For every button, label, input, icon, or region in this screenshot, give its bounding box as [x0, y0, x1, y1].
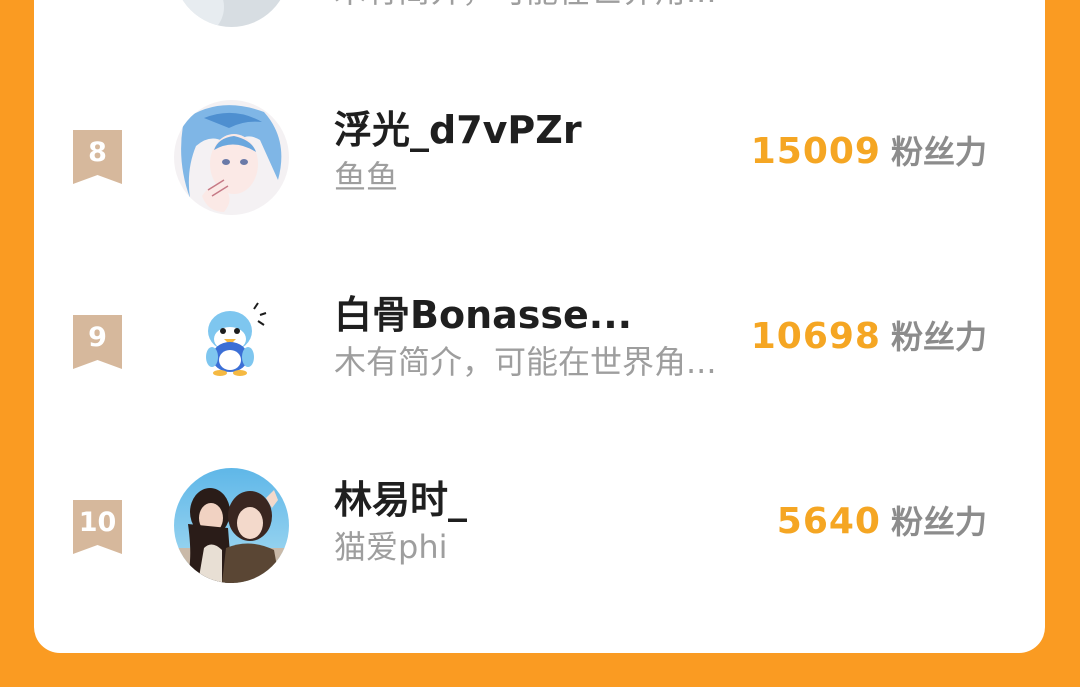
- anime-girl-avatar-icon[interactable]: [174, 100, 289, 215]
- score-unit-label: 粉丝力: [890, 503, 987, 541]
- fan-power-score: 10698 粉丝力: [751, 317, 987, 363]
- user-bio: 鱼鱼: [334, 158, 399, 196]
- ranking-row-7[interactable]: 木有简介，可能在世界角...: [34, 0, 1045, 60]
- score-value: 15009: [750, 131, 881, 172]
- rank-number: 9: [88, 322, 107, 353]
- score-value: 5640: [776, 501, 881, 542]
- rank-ribbon-badge: 9: [71, 315, 124, 369]
- ranking-row-9[interactable]: 9 白骨Bonasse... 木有简介，可能在世界角... 10698 粉丝力: [34, 275, 1045, 425]
- gray-avatar-icon[interactable]: [174, 0, 289, 27]
- ranking-card: 木有简介，可能在世界角... 8: [34, 0, 1045, 653]
- fan-power-score: 15009 粉丝力: [751, 132, 987, 178]
- ranking-row-8[interactable]: 8 浮光_d7vPZr 鱼鱼 15009 粉丝力: [34, 90, 1045, 240]
- fan-power-score: 5640 粉丝力: [777, 502, 987, 548]
- user-bio: 木有简介，可能在世界角...: [334, 343, 717, 381]
- user-name[interactable]: 浮光_d7vPZr: [334, 108, 582, 152]
- rank-ribbon-badge: 8: [71, 130, 124, 184]
- rank-ribbon-badge: 10: [71, 500, 124, 554]
- score-unit-label: 粉丝力: [890, 133, 987, 171]
- score-unit-label: 粉丝力: [890, 318, 987, 356]
- rank-number: 10: [78, 507, 117, 538]
- user-bio: 猫爱phi: [334, 528, 448, 566]
- penguin-avatar-icon[interactable]: [174, 285, 289, 400]
- user-name[interactable]: 林易时_: [334, 478, 467, 522]
- two-girls-photo-avatar-icon[interactable]: [174, 468, 289, 583]
- rank-number: 8: [88, 137, 107, 168]
- user-bio: 木有简介，可能在世界角...: [334, 0, 717, 10]
- score-value: 10698: [750, 316, 881, 357]
- user-name[interactable]: 白骨Bonasse...: [334, 293, 632, 337]
- orange-frame: 木有简介，可能在世界角... 8: [0, 0, 1080, 687]
- ranking-row-10[interactable]: 10 林易时_ 猫爱phi 5640 粉丝力: [34, 460, 1045, 610]
